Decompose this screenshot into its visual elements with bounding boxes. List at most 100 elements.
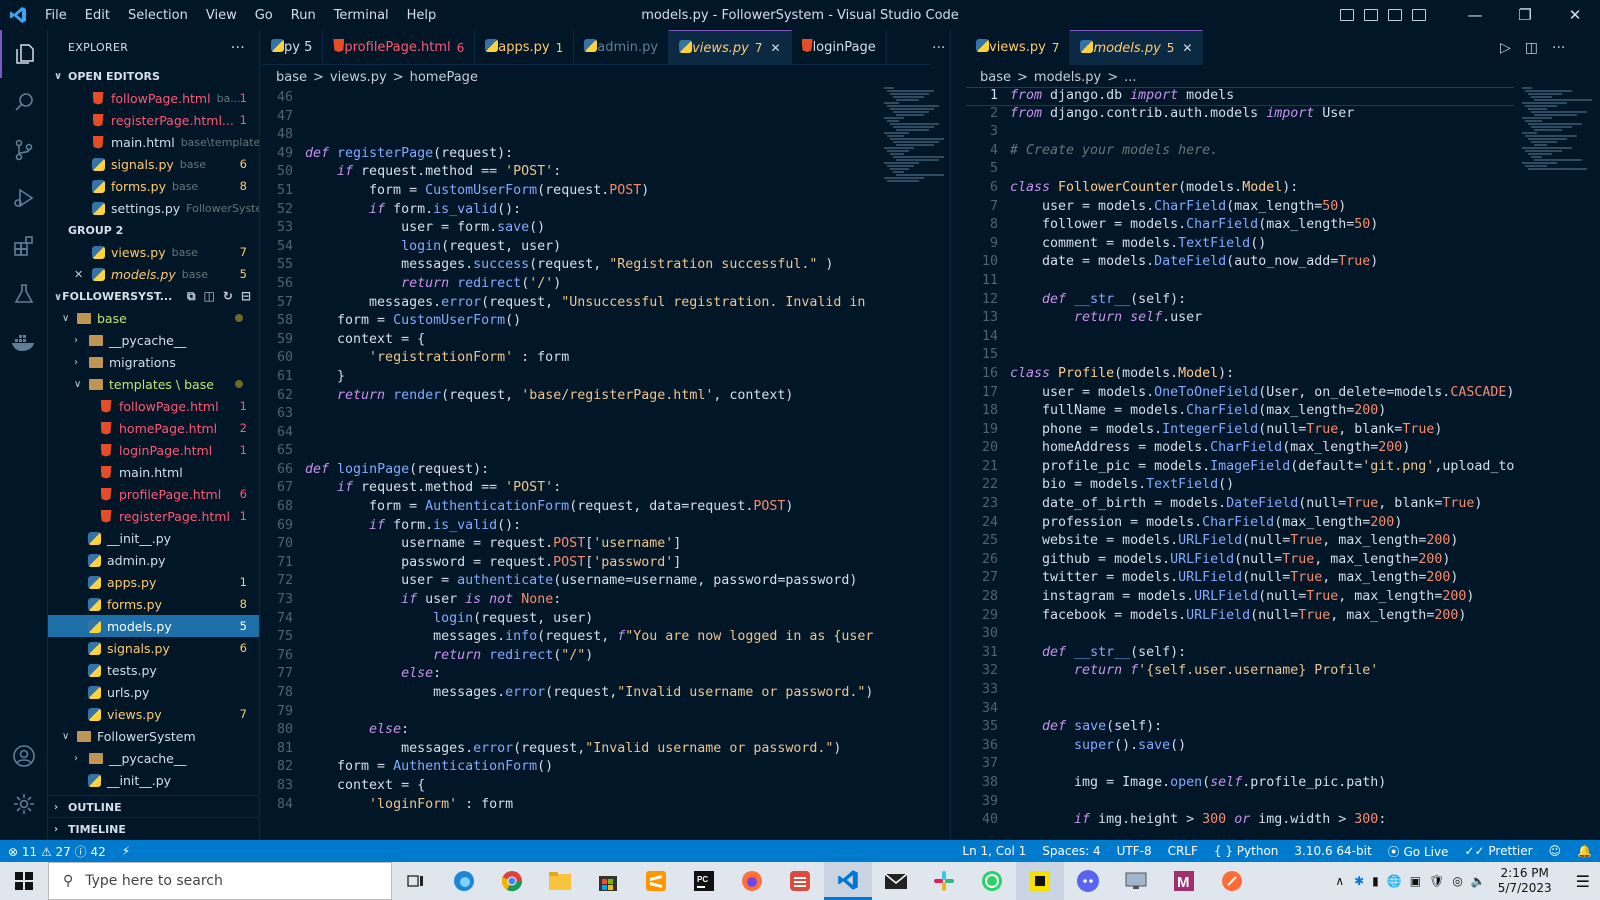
- menu-edit[interactable]: Edit: [76, 8, 119, 23]
- code-line[interactable]: 20 homeAddress = models.CharField(max_le…: [966, 440, 1514, 459]
- open-editor-item[interactable]: registerPage.html... 1: [48, 109, 259, 131]
- testing-icon[interactable]: [0, 270, 47, 318]
- end-of-line[interactable]: CRLF: [1160, 844, 1206, 858]
- code-line[interactable]: 16 class Profile(models.Model):: [966, 366, 1514, 385]
- editor-tab[interactable]: models.py 5 ✕: [1070, 30, 1204, 65]
- tree-file-item[interactable]: signals.py 6: [48, 637, 259, 659]
- notifications-bell-icon[interactable]: 🔔: [1569, 844, 1600, 858]
- run-debug-icon[interactable]: [0, 174, 47, 222]
- tree-file-item[interactable]: loginPage.html 1: [48, 439, 259, 461]
- code-line[interactable]: 71 password = request.POST['password']: [261, 555, 881, 574]
- code-line[interactable]: 5: [966, 161, 1514, 180]
- code-line[interactable]: 18 fullName = models.CharField(max_lengt…: [966, 403, 1514, 422]
- display-icon[interactable]: ▣: [1406, 874, 1425, 888]
- editor-views-py[interactable]: 46 47 48 49 def registerPage(request): 50 if…: [261, 90, 881, 834]
- code-line[interactable]: 11: [966, 273, 1514, 292]
- code-line[interactable]: 66 def loginPage(request):: [261, 462, 881, 481]
- mail-icon[interactable]: [872, 862, 920, 900]
- remote-desktop-icon[interactable]: [1112, 862, 1160, 900]
- tree-file-item[interactable]: apps.py 1: [48, 571, 259, 593]
- code-line[interactable]: 62 return render(request, 'base/register…: [261, 388, 881, 407]
- tree-file-item[interactable]: followPage.html 1: [48, 395, 259, 417]
- tree-file-item[interactable]: forms.py 8: [48, 593, 259, 615]
- collapse-all-icon[interactable]: ⊟: [241, 289, 251, 304]
- explorer-icon[interactable]: [0, 30, 47, 78]
- code-line[interactable]: 75 messages.info(request, f"You are now …: [261, 629, 881, 648]
- windows-start-icon[interactable]: [0, 862, 48, 900]
- toggle-sidebar-icon[interactable]: [1340, 9, 1354, 21]
- tree-file-item[interactable]: views.py 7: [48, 703, 259, 725]
- code-line[interactable]: 74 login(request, user): [261, 611, 881, 630]
- task-view-icon[interactable]: [392, 862, 440, 900]
- code-line[interactable]: 72 user = authenticate(username=username…: [261, 573, 881, 592]
- code-line[interactable]: 63: [261, 406, 881, 425]
- code-line[interactable]: 28 instagram = models.URLField(null=True…: [966, 589, 1514, 608]
- project-section[interactable]: ∨FOLLOWERSYST... ⧉ ◫ ↻ ⊟: [48, 285, 259, 307]
- code-line[interactable]: 77 else:: [261, 666, 881, 685]
- code-line[interactable]: 58 form = CustomUserForm(): [261, 313, 881, 332]
- open-editor-item[interactable]: followPage.html ba... 1: [48, 87, 259, 109]
- problems-indicator[interactable]: ⊗ 11 ⚠ 27 ⓘ 42: [0, 843, 114, 860]
- minimap-left[interactable]: [880, 87, 950, 187]
- folder-followersystem[interactable]: ∨ FollowerSystem: [48, 725, 259, 747]
- menu-help[interactable]: Help: [398, 8, 446, 23]
- code-line[interactable]: 38 img = Image.open(self.profile_pic.pat…: [966, 775, 1514, 794]
- vscode-taskbar-icon[interactable]: [824, 862, 872, 900]
- refresh-icon[interactable]: ↻: [223, 289, 233, 304]
- code-line[interactable]: 24 profession = models.CharField(max_len…: [966, 515, 1514, 534]
- search-icon[interactable]: [0, 78, 47, 126]
- code-line[interactable]: 54 login(request, user): [261, 239, 881, 258]
- editor-tab[interactable]: loginPage: [792, 30, 887, 64]
- code-line[interactable]: 33: [966, 682, 1514, 701]
- code-line[interactable]: 37: [966, 756, 1514, 775]
- editor-tab[interactable]: admin.py: [574, 30, 670, 64]
- breadcrumb-item[interactable]: homePage: [410, 70, 478, 85]
- code-line[interactable]: 12 def __str__(self):: [966, 292, 1514, 311]
- postman-icon[interactable]: [1208, 862, 1256, 900]
- code-line[interactable]: 15: [966, 347, 1514, 366]
- code-line[interactable]: 23 date_of_birth = models.DateField(null…: [966, 496, 1514, 515]
- open-editor-item[interactable]: main.html base\template...: [48, 131, 259, 153]
- code-line[interactable]: 14: [966, 329, 1514, 348]
- breadcrumb-item[interactable]: base: [980, 70, 1011, 85]
- new-folder-icon[interactable]: ◫: [204, 289, 215, 304]
- restore-button[interactable]: ❐: [1500, 6, 1550, 24]
- editor-tab[interactable]: views.py 7 ✕: [669, 30, 792, 64]
- tree-file-item[interactable]: admin.py: [48, 549, 259, 571]
- code-line[interactable]: 34: [966, 701, 1514, 720]
- code-line[interactable]: 19 phone = models.IntegerField(null=True…: [966, 422, 1514, 441]
- docker-icon[interactable]: [0, 318, 47, 366]
- tree-file-item[interactable]: urls.py: [48, 681, 259, 703]
- tree-file-item[interactable]: main.html: [48, 461, 259, 483]
- file-explorer-icon[interactable]: [536, 862, 584, 900]
- extensions-icon[interactable]: [0, 222, 47, 270]
- code-line[interactable]: 49 def registerPage(request):: [261, 146, 881, 165]
- code-line[interactable]: 68 form = AuthenticationForm(request, da…: [261, 499, 881, 518]
- breadcrumb-item[interactable]: models.py: [1034, 70, 1101, 85]
- code-line[interactable]: 80 else:: [261, 722, 881, 741]
- open-editor-item[interactable]: signals.py base 6: [48, 153, 259, 175]
- minimize-button[interactable]: —: [1450, 6, 1500, 24]
- more-actions-icon[interactable]: ···: [231, 40, 245, 56]
- tree-file-item[interactable]: profilePage.html 6: [48, 483, 259, 505]
- code-line[interactable]: 84 'loginForm' : form: [261, 797, 881, 816]
- tree-file-item[interactable]: __init__.py: [48, 527, 259, 549]
- code-line[interactable]: 27 twitter = models.URLField(null=True, …: [966, 570, 1514, 589]
- sticky-app-icon[interactable]: [1016, 862, 1064, 900]
- menu-file[interactable]: File: [36, 8, 76, 23]
- code-line[interactable]: 40 if img.height > 300 or img.width > 30…: [966, 812, 1514, 831]
- wifi-icon[interactable]: ◎: [1448, 874, 1466, 888]
- whatsapp-icon[interactable]: [968, 862, 1016, 900]
- encoding[interactable]: UTF-8: [1109, 844, 1160, 858]
- code-line[interactable]: 9 comment = models.TextField(): [966, 236, 1514, 255]
- app-m-icon[interactable]: M: [1160, 862, 1208, 900]
- folder-pycache[interactable]: › __pycache__: [48, 747, 259, 769]
- editor-tab[interactable]: apps.py 1: [475, 30, 575, 64]
- prettier-button[interactable]: ✓✓ Prettier: [1456, 844, 1540, 858]
- language-globe-icon[interactable]: 🌐: [1383, 874, 1406, 888]
- editor-tab[interactable]: views.py 7: [966, 30, 1071, 65]
- editor-tab[interactable]: py 5: [261, 30, 324, 64]
- more-actions-icon[interactable]: ···: [1552, 40, 1565, 56]
- firefox-icon[interactable]: [728, 862, 776, 900]
- editor-models-py[interactable]: 1 from django.db import models 2 from djang…: [966, 87, 1514, 837]
